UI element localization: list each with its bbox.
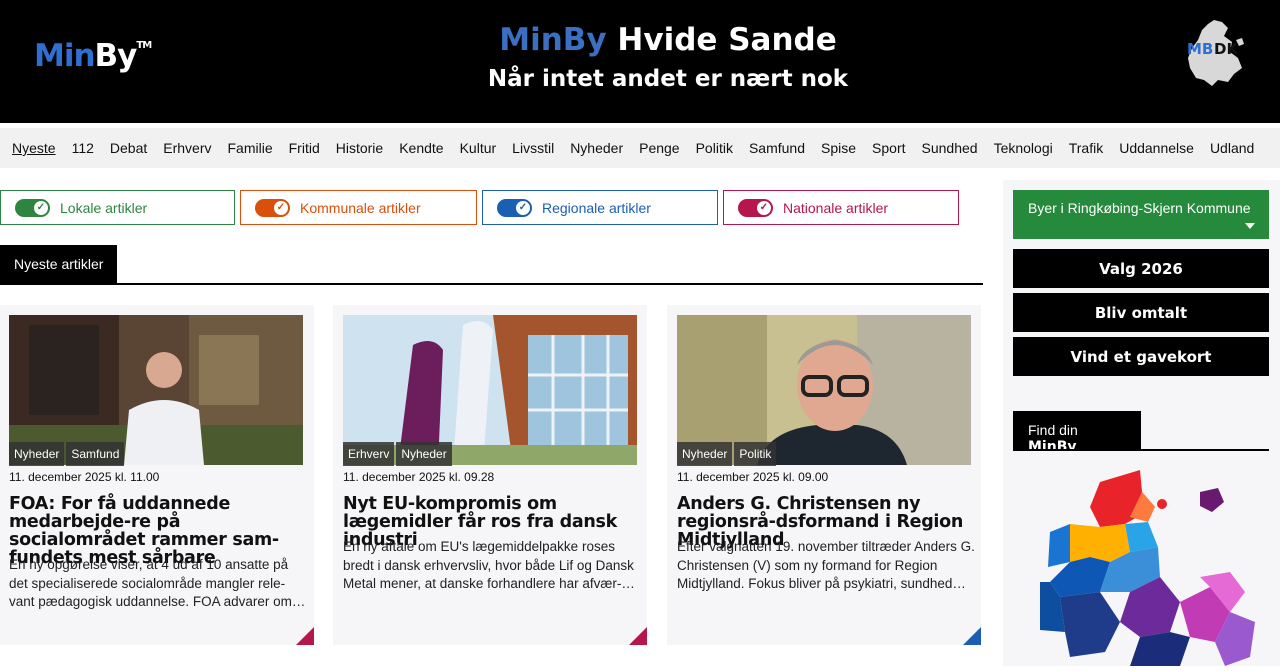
article-teaser: En ny aftale om EU's lægemiddelpakke ros…	[343, 539, 635, 591]
article-card[interactable]: Erhverv Nyheder 11. december 2025 kl. 09…	[333, 305, 647, 645]
nav-item-kultur[interactable]: Kultur	[460, 140, 497, 156]
filter-kommunale[interactable]: ✓ Kommunale artikler	[240, 190, 477, 225]
article-teaser: En ny opgørelse viser, at 4 ud af 10 ans…	[9, 557, 306, 609]
find-divider	[1013, 449, 1269, 451]
kommune-dropdown-label: Byer i Ringkøbing-Skjern Kommune	[1028, 200, 1251, 216]
site-header: MinByTM MinBy Hvide Sande Når intet ande…	[0, 0, 1280, 123]
vind-gavekort-button[interactable]: Vind et gavekort	[1013, 337, 1269, 376]
tag-label[interactable]: Politik	[734, 442, 777, 466]
filter-label: Regionale artikler	[542, 199, 651, 216]
tab-nyeste-artikler[interactable]: Nyeste artikler	[0, 245, 118, 283]
nav-item-spise[interactable]: Spise	[821, 140, 856, 156]
toggle-switch[interactable]: ✓	[497, 198, 532, 217]
nav-item-sundhed[interactable]: Sundhed	[922, 140, 978, 156]
site-tagline: Når intet andet er nært nok	[487, 66, 849, 92]
nav-item-historie[interactable]: Historie	[336, 140, 383, 156]
kommune-dropdown[interactable]: Byer i Ringkøbing-Skjern Kommune	[1013, 190, 1269, 239]
article-date: 11. december 2025 kl. 09.00	[677, 470, 829, 484]
caret-down-icon	[1245, 223, 1255, 229]
article-date: 11. december 2025 kl. 09.28	[343, 470, 495, 484]
nav-item-teknologi[interactable]: Teknologi	[994, 140, 1053, 156]
category-nav: Nyeste 112 Debat Erhverv Familie Fritid Histor…	[0, 128, 1280, 168]
nav-item-sport[interactable]: Sport	[872, 140, 905, 156]
filter-lokale[interactable]: ✓ Lokale artikler	[0, 190, 235, 225]
scope-corner-marker	[963, 627, 981, 645]
article-card[interactable]: Nyheder Politik 11. december 2025 kl. 09…	[667, 305, 981, 645]
filter-label: Kommunale artikler	[300, 199, 421, 216]
mbdk-denmark-logo[interactable]: MB DK	[1184, 18, 1246, 88]
find-tab-brand: MinBy	[1028, 439, 1077, 455]
svg-text:MB: MB	[1187, 40, 1213, 58]
toggle-switch[interactable]: ✓	[15, 198, 50, 217]
nav-item-penge[interactable]: Penge	[639, 140, 679, 156]
scope-corner-marker	[296, 627, 314, 645]
check-icon: ✓	[34, 200, 48, 215]
article-teaser: Efter valgnatten 19. november tiltræder …	[677, 539, 975, 591]
scope-corner-marker	[629, 627, 647, 645]
find-tab-prefix: Find din	[1028, 422, 1078, 438]
toggle-switch[interactable]: ✓	[255, 198, 290, 217]
bliv-omtalt-button[interactable]: Bliv omtalt	[1013, 293, 1269, 332]
tab-find-din-minby[interactable]: Find din MinBy	[1013, 411, 1141, 455]
nav-item-samfund[interactable]: Samfund	[749, 140, 805, 156]
nav-item-debat[interactable]: Debat	[110, 140, 147, 156]
filter-label: Nationale artikler	[783, 199, 889, 216]
nav-item-udland[interactable]: Udland	[1210, 140, 1254, 156]
nav-item-trafik[interactable]: Trafik	[1069, 140, 1103, 156]
article-date: 11. december 2025 kl. 11.00	[9, 470, 160, 484]
tag-label[interactable]: Samfund	[66, 442, 125, 466]
tag-label[interactable]: Nyheder	[396, 442, 452, 466]
svg-text:DK: DK	[1214, 40, 1239, 58]
nav-item-kendte[interactable]: Kendte	[399, 140, 443, 156]
check-icon: ✓	[516, 200, 530, 215]
toggle-switch[interactable]: ✓	[738, 198, 773, 217]
nav-item-politik[interactable]: Politik	[696, 140, 733, 156]
tag-label[interactable]: Erhverv	[343, 442, 395, 466]
check-icon: ✓	[274, 200, 288, 215]
nav-item-uddannelse[interactable]: Uddannelse	[1119, 140, 1194, 156]
filter-nationale[interactable]: ✓ Nationale artikler	[723, 190, 959, 225]
nav-item-fritid[interactable]: Fritid	[289, 140, 320, 156]
check-icon: ✓	[757, 200, 771, 215]
tag-label[interactable]: Nyheder	[677, 442, 733, 466]
article-card[interactable]: Nyheder Samfund 11. december 2025 kl. 11…	[0, 305, 314, 645]
filter-label: Lokale artikler	[60, 199, 148, 216]
section-divider	[0, 283, 983, 285]
nav-item-familie[interactable]: Familie	[228, 140, 273, 156]
nav-item-erhverv[interactable]: Erhverv	[163, 140, 211, 156]
denmark-municipality-map[interactable]	[1030, 462, 1260, 666]
filter-regionale[interactable]: ✓ Regionale artikler	[482, 190, 718, 225]
nav-item-112[interactable]: 112	[72, 140, 94, 156]
nav-item-nyheder[interactable]: Nyheder	[570, 140, 623, 156]
nav-item-livsstil[interactable]: Livsstil	[512, 140, 554, 156]
nav-item-nyeste[interactable]: Nyeste	[12, 140, 56, 156]
site-title: MinBy Hvide Sande	[499, 22, 837, 58]
tag-label[interactable]: Nyheder	[9, 442, 65, 466]
valg-2026-button[interactable]: Valg 2026	[1013, 249, 1269, 288]
